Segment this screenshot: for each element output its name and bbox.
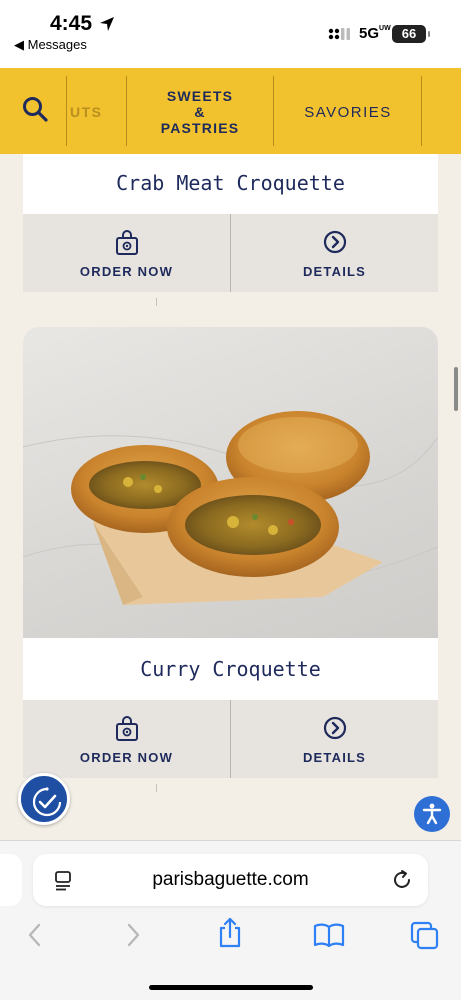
chevron-left-icon[interactable]: [26, 921, 44, 949]
status-time: 4:45: [50, 12, 93, 35]
order-now-button[interactable]: ORDER NOW: [23, 700, 230, 778]
status-bar: 4:45 ◀ Messages 5GUW 66: [0, 0, 461, 68]
scroll-indicator[interactable]: [454, 367, 458, 411]
product-image-curry-croquette[interactable]: [23, 327, 438, 638]
details-label: DETAILS: [302, 264, 367, 279]
network-type: 5G: [359, 25, 380, 42]
details-label: DETAILS: [302, 750, 367, 765]
book-icon[interactable]: [313, 921, 345, 949]
product-actions: ORDER NOW DETAILS: [23, 700, 438, 778]
nav-divider: [126, 76, 127, 146]
product-actions: ORDER NOW DETAILS: [23, 214, 438, 292]
details-button[interactable]: DETAILS: [230, 700, 438, 778]
curry-croquette-photo: [23, 411, 438, 605]
battery-icon: 66: [392, 25, 430, 43]
nav-label-line: SWEETS: [166, 88, 234, 104]
network-superscript: UW: [379, 25, 391, 32]
nav-item-donuts[interactable]: UTS: [70, 104, 103, 120]
network-indicator: 5GUW: [359, 25, 391, 42]
product-title[interactable]: Curry Croquette: [23, 638, 438, 700]
separator-dash: [156, 784, 157, 792]
location-arrow-icon: [100, 17, 114, 31]
address-bar[interactable]: parisbaguette.com: [33, 854, 428, 906]
home-indicator: [149, 985, 313, 990]
order-now-label: ORDER NOW: [79, 750, 174, 765]
nav-item-sweets-pastries[interactable]: SWEETS & PASTRIES: [128, 88, 272, 136]
details-button[interactable]: DETAILS: [230, 214, 438, 292]
nav-label-line: PASTRIES: [160, 120, 240, 136]
nav-divider: [66, 76, 67, 146]
order-now-button[interactable]: ORDER NOW: [23, 214, 230, 292]
chevron-right-icon[interactable]: [124, 921, 142, 949]
stopwatch-check-icon: [32, 787, 62, 817]
shopping-bag-icon: [115, 230, 138, 255]
quick-order-badge[interactable]: [18, 773, 70, 825]
accessibility-button[interactable]: [414, 796, 450, 832]
chevron-right-circle-icon: [323, 230, 346, 254]
nav-divider: [273, 76, 274, 146]
signal-bars-icon: [328, 28, 350, 40]
category-nav: UTS SWEETS & PASTRIES SAVORIES: [0, 68, 461, 154]
previous-tab-stub[interactable]: [0, 854, 22, 906]
separator-dash: [156, 298, 157, 306]
tabs-icon[interactable]: [410, 921, 440, 951]
product-title[interactable]: Crab Meat Croquette: [23, 154, 438, 214]
person-icon: [422, 803, 442, 825]
order-now-label: ORDER NOW: [79, 264, 174, 279]
browser-toolbar: parisbaguette.com: [0, 840, 461, 1000]
nav-item-savories[interactable]: SAVORIES: [275, 104, 421, 121]
chevron-right-circle-icon: [323, 716, 346, 740]
shopping-bag-icon: [115, 716, 138, 741]
nav-label-line: &: [194, 104, 206, 120]
reload-icon[interactable]: [391, 869, 413, 891]
search-icon[interactable]: [22, 96, 48, 122]
nav-divider: [421, 76, 422, 146]
url-text: parisbaguette.com: [152, 869, 309, 890]
share-icon[interactable]: [217, 917, 243, 949]
back-to-messages-link[interactable]: ◀ Messages: [14, 37, 87, 53]
